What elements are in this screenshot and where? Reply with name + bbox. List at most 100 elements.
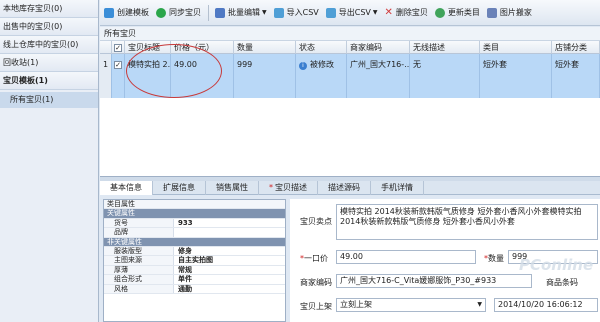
qty-label-text: 数量 [488,254,504,263]
grid-header-shop-category[interactable]: 店铺分类 [552,41,600,54]
chevron-down-icon: ▼ [262,9,267,16]
sidebar-item-warehouse[interactable]: 线上仓库中的宝贝(0) [0,36,98,54]
info-icon: i [299,62,307,70]
qty-label: *数量 [484,253,504,264]
tab-label: 扩展信息 [163,183,195,192]
batch-edit-icon [215,7,225,18]
section-non-key-attributes[interactable]: 非关键属性 [104,237,285,247]
sidebar-item-templates[interactable]: 宝贝模板(1) [0,72,98,90]
tab-description-source[interactable]: 描述源码 [318,181,371,195]
delete-icon: ✕ [384,7,393,18]
image-icon [486,7,497,18]
property-value[interactable] [174,228,178,236]
batch-edit-label: 批量编辑 [228,8,260,17]
tab-label: 基本信息 [110,183,142,192]
grid-header-rownum [100,41,112,54]
export-csv-label: 导出CSV [338,8,371,17]
tab-sales-attributes[interactable]: 销售属性 [206,181,259,195]
grid-header-code[interactable]: 商家编码 [347,41,410,54]
property-value[interactable]: 933 [174,219,193,227]
delete-item-label: 删除宝贝 [395,8,428,17]
table-cell-code[interactable]: 广州_国大716-... [347,54,410,98]
property-key: 风格 [104,284,174,293]
property-key: 服装版型 [104,246,174,256]
chevron-down-icon: ▼ [372,9,378,16]
batch-edit-button[interactable]: 批量编辑 ▼ [215,3,267,23]
property-value[interactable]: 通勤 [174,285,192,293]
property-key: 主图来源 [104,256,174,265]
section-key-attributes[interactable]: 关键属性 [104,209,285,219]
import-icon [273,7,284,18]
sidebar-item-local-stock[interactable]: 本地库存宝贝(0) [0,0,98,18]
select-all-checkbox[interactable]: ✓ [114,43,122,52]
selling-point-field[interactable]: 模特实拍 2014秋装新款韩版气质修身 短外套小香风小外套模特实拍 2014秋装… [336,204,598,240]
tab-item-description[interactable]: * 宝贝描述 [259,181,318,195]
table-row-number: 1 [100,54,112,98]
property-row[interactable]: 货号 933 [104,218,285,229]
sidebar-item-on-sale[interactable]: 出售中的宝贝(0) [0,18,98,36]
property-key: 组合形式 [104,275,174,284]
image-move-label: 图片搬家 [499,8,532,17]
table-cell-qty[interactable]: 999 [234,54,296,98]
grid-header-category[interactable]: 类目 [480,41,552,54]
listing-select-value: 立刻上架 [340,300,372,309]
price-field[interactable]: 49.00 [336,250,476,264]
table-cell-category[interactable]: 短外套 [480,54,552,98]
merchant-code-field[interactable]: 广州_国大716-C_Vita媛娜服饰_P30_#933 [336,274,532,288]
price-label: *一口价 [300,253,328,264]
section-label: 关键属性 [107,209,135,218]
price-label-text: 一口价 [304,254,328,263]
update-category-label: 更新类目 [447,8,480,17]
sidebar-item-recycle-bin[interactable]: 回收站(1) [0,54,98,72]
table-cell-status[interactable]: i 被修改 [296,54,347,98]
table-cell-shop-category[interactable]: 短外套 [552,54,600,98]
sidebar-item-all-items[interactable]: 所有宝贝(1) [0,92,98,108]
import-csv-label: 导入CSV [286,8,319,17]
export-csv-button[interactable]: 导出CSV ▼ [325,3,378,23]
property-key: 厚薄 [104,265,174,275]
property-row[interactable]: 主图来源 自主实拍图 [104,256,285,266]
watermark-logo: PConline [519,256,594,274]
property-row[interactable]: 风格 通勤 [104,284,285,294]
create-icon [104,7,114,18]
selling-point-label: 宝贝卖点 [300,217,332,226]
property-row[interactable]: 厚薄 常规 [104,265,285,276]
property-value[interactable]: 修身 [174,247,192,255]
grid-header-checkbox[interactable]: ✓ [112,41,125,54]
property-value[interactable]: 单件 [174,275,192,283]
import-csv-button[interactable]: 导入CSV [273,3,319,23]
delete-item-button[interactable]: ✕ 删除宝贝 [385,3,428,23]
update-category-button[interactable]: 更新类目 [434,3,480,23]
grid-header-wireless[interactable]: 无线描述 [410,41,480,54]
properties-title: 类目属性 [104,200,285,210]
toolbar: 创建模板 同步宝贝 批量编辑 ▼ 导入CSV 导出CSV ▼ ✕ 删除宝贝 更新… [100,0,600,26]
table-row-checkbox[interactable]: ✓ [112,54,125,98]
merchant-code-label: 商家编码 [300,278,332,287]
grid-title: 所有宝贝 [100,27,600,41]
tab-extended-info[interactable]: 扩展信息 [153,181,206,195]
toolbar-divider [208,4,209,21]
chevron-down-icon: ▼ [477,301,482,308]
required-marker: * [269,183,273,192]
refresh-icon [434,7,445,18]
tab-mobile-details[interactable]: 手机详情 [371,181,424,195]
property-value[interactable]: 自主实拍图 [174,256,213,264]
sync-button[interactable]: 同步宝贝 [156,3,201,23]
property-row[interactable]: 品牌 [104,228,285,238]
property-value[interactable]: 常规 [174,266,192,274]
grid-header-qty[interactable]: 数量 [234,41,296,54]
tab-basic-info[interactable]: 基本信息 [100,181,153,195]
grid-header-status[interactable]: 状态 [296,41,347,54]
status-text: 被修改 [310,60,334,69]
listing-select[interactable]: 立刻上架 ▼ [336,298,486,312]
image-move-button[interactable]: 图片搬家 [486,3,532,23]
table-cell-wireless[interactable]: 无 [410,54,480,98]
row-checkbox[interactable]: ✓ [114,60,122,69]
property-row[interactable]: 组合形式 单件 [104,275,285,285]
listing-time-field[interactable]: 2014/10/20 16:06:12 [494,298,598,312]
sync-label: 同步宝贝 [169,8,201,17]
tab-label: 描述源码 [328,183,360,192]
property-row[interactable]: 服装版型 修身 [104,246,285,257]
create-template-button[interactable]: 创建模板 [104,3,149,23]
category-properties: 类目属性 关键属性 货号 933 品牌 非关键属性 服装版型 修身 主图来源 自主实拍… [103,199,286,322]
